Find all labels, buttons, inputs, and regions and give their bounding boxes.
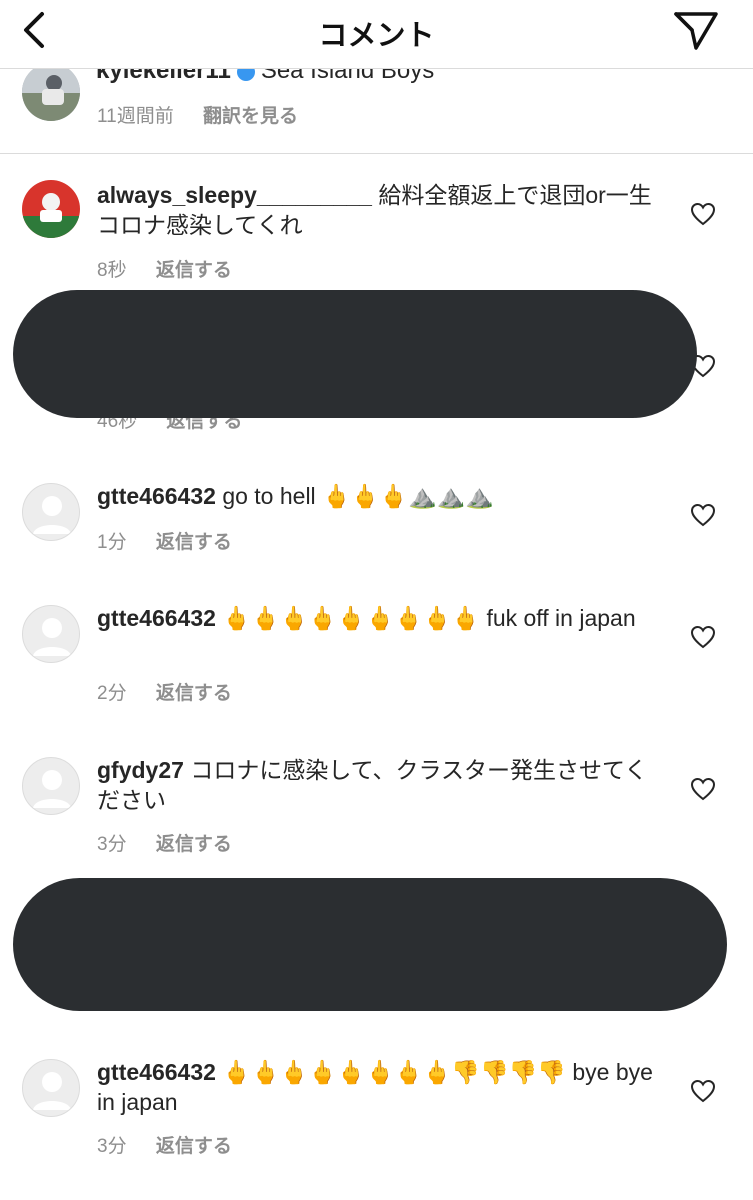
- avatar[interactable]: [22, 180, 80, 238]
- comment-time: 2分: [97, 683, 127, 704]
- reply-button[interactable]: 返信する: [156, 834, 232, 855]
- page-title: コメント: [318, 20, 435, 52]
- heart-outline-icon[interactable]: [690, 1079, 716, 1103]
- comment-meta: 1分 返信する: [97, 527, 256, 554]
- heart-outline-icon[interactable]: [690, 503, 716, 527]
- comment-username[interactable]: gtte466432: [97, 1059, 216, 1085]
- profile-photo-icon: [22, 69, 80, 121]
- redaction-block: [13, 878, 727, 1011]
- reply-button[interactable]: 返信する: [156, 260, 232, 281]
- comment-body: 🖕🖕🖕🖕🖕🖕🖕🖕🖕 fuk off in japan: [222, 605, 636, 631]
- heart-outline-icon[interactable]: [690, 625, 716, 649]
- profile-photo-icon: [22, 180, 80, 238]
- comment-body: go to hell 🖕🖕🖕⛰️⛰️⛰️: [222, 483, 494, 509]
- post-caption: kylekeller11 Sea Island Boys 11週間前 翻訳を見る: [0, 69, 753, 154]
- avatar[interactable]: [22, 69, 80, 121]
- comment-username[interactable]: gtte466432: [97, 605, 216, 631]
- comment-text-block: gtte466432 🖕🖕🖕🖕🖕🖕🖕🖕👎👎👎👎 bye bye in japan: [97, 1057, 667, 1117]
- comment-time: 3分: [97, 1136, 127, 1157]
- reply-button[interactable]: 返信する: [156, 532, 232, 553]
- caption-line: kylekeller11 Sea Island Boys: [96, 69, 434, 85]
- comment-text-block: gtte466432 go to hell 🖕🖕🖕⛰️⛰️⛰️: [97, 481, 667, 511]
- comment-time: 1分: [97, 532, 127, 553]
- reply-button[interactable]: 返信する: [156, 1136, 232, 1157]
- comment-text-block: always_sleepy_________ 給料全額返上で退団or一生コロナ感…: [97, 180, 667, 240]
- translate-button[interactable]: 翻訳を見る: [203, 106, 298, 127]
- top-bar: コメント: [0, 0, 753, 69]
- comment-meta: 3分 返信する: [97, 1131, 256, 1158]
- comment-time: 8秒: [97, 260, 127, 281]
- default-avatar-icon[interactable]: [22, 605, 80, 663]
- comment-username[interactable]: always_sleepy_________: [97, 182, 372, 208]
- caption-time: 11週間前: [97, 106, 174, 127]
- caption-text: Sea Island Boys: [260, 69, 435, 84]
- comment-meta: 2分 返信する: [97, 678, 256, 705]
- comment-meta: 3分 返信する: [97, 829, 256, 856]
- default-avatar-icon[interactable]: [22, 757, 80, 815]
- heart-outline-icon[interactable]: [690, 202, 716, 226]
- caption-username[interactable]: kylekeller11: [96, 69, 231, 84]
- comment-username[interactable]: gfydy27: [97, 757, 184, 783]
- comment-time: 3分: [97, 834, 127, 855]
- heart-outline-icon[interactable]: [690, 777, 716, 801]
- redaction-block: [13, 290, 697, 418]
- reply-button[interactable]: 返信する: [156, 683, 232, 704]
- verified-badge-icon: [236, 69, 255, 81]
- send-paper-plane-icon[interactable]: [670, 8, 722, 52]
- caption-meta: 11週間前 翻訳を見る: [97, 101, 322, 128]
- default-avatar-icon[interactable]: [22, 483, 80, 541]
- comment-username[interactable]: gtte466432: [97, 483, 216, 509]
- comment-meta: 8秒 返信する: [97, 255, 256, 282]
- comment-text-block: gtte466432 🖕🖕🖕🖕🖕🖕🖕🖕🖕 fuk off in japan: [97, 603, 667, 633]
- comment-text-block: gfydy27 コロナに感染して、クラスター発生させてください: [97, 755, 667, 815]
- default-avatar-icon[interactable]: [22, 1059, 80, 1117]
